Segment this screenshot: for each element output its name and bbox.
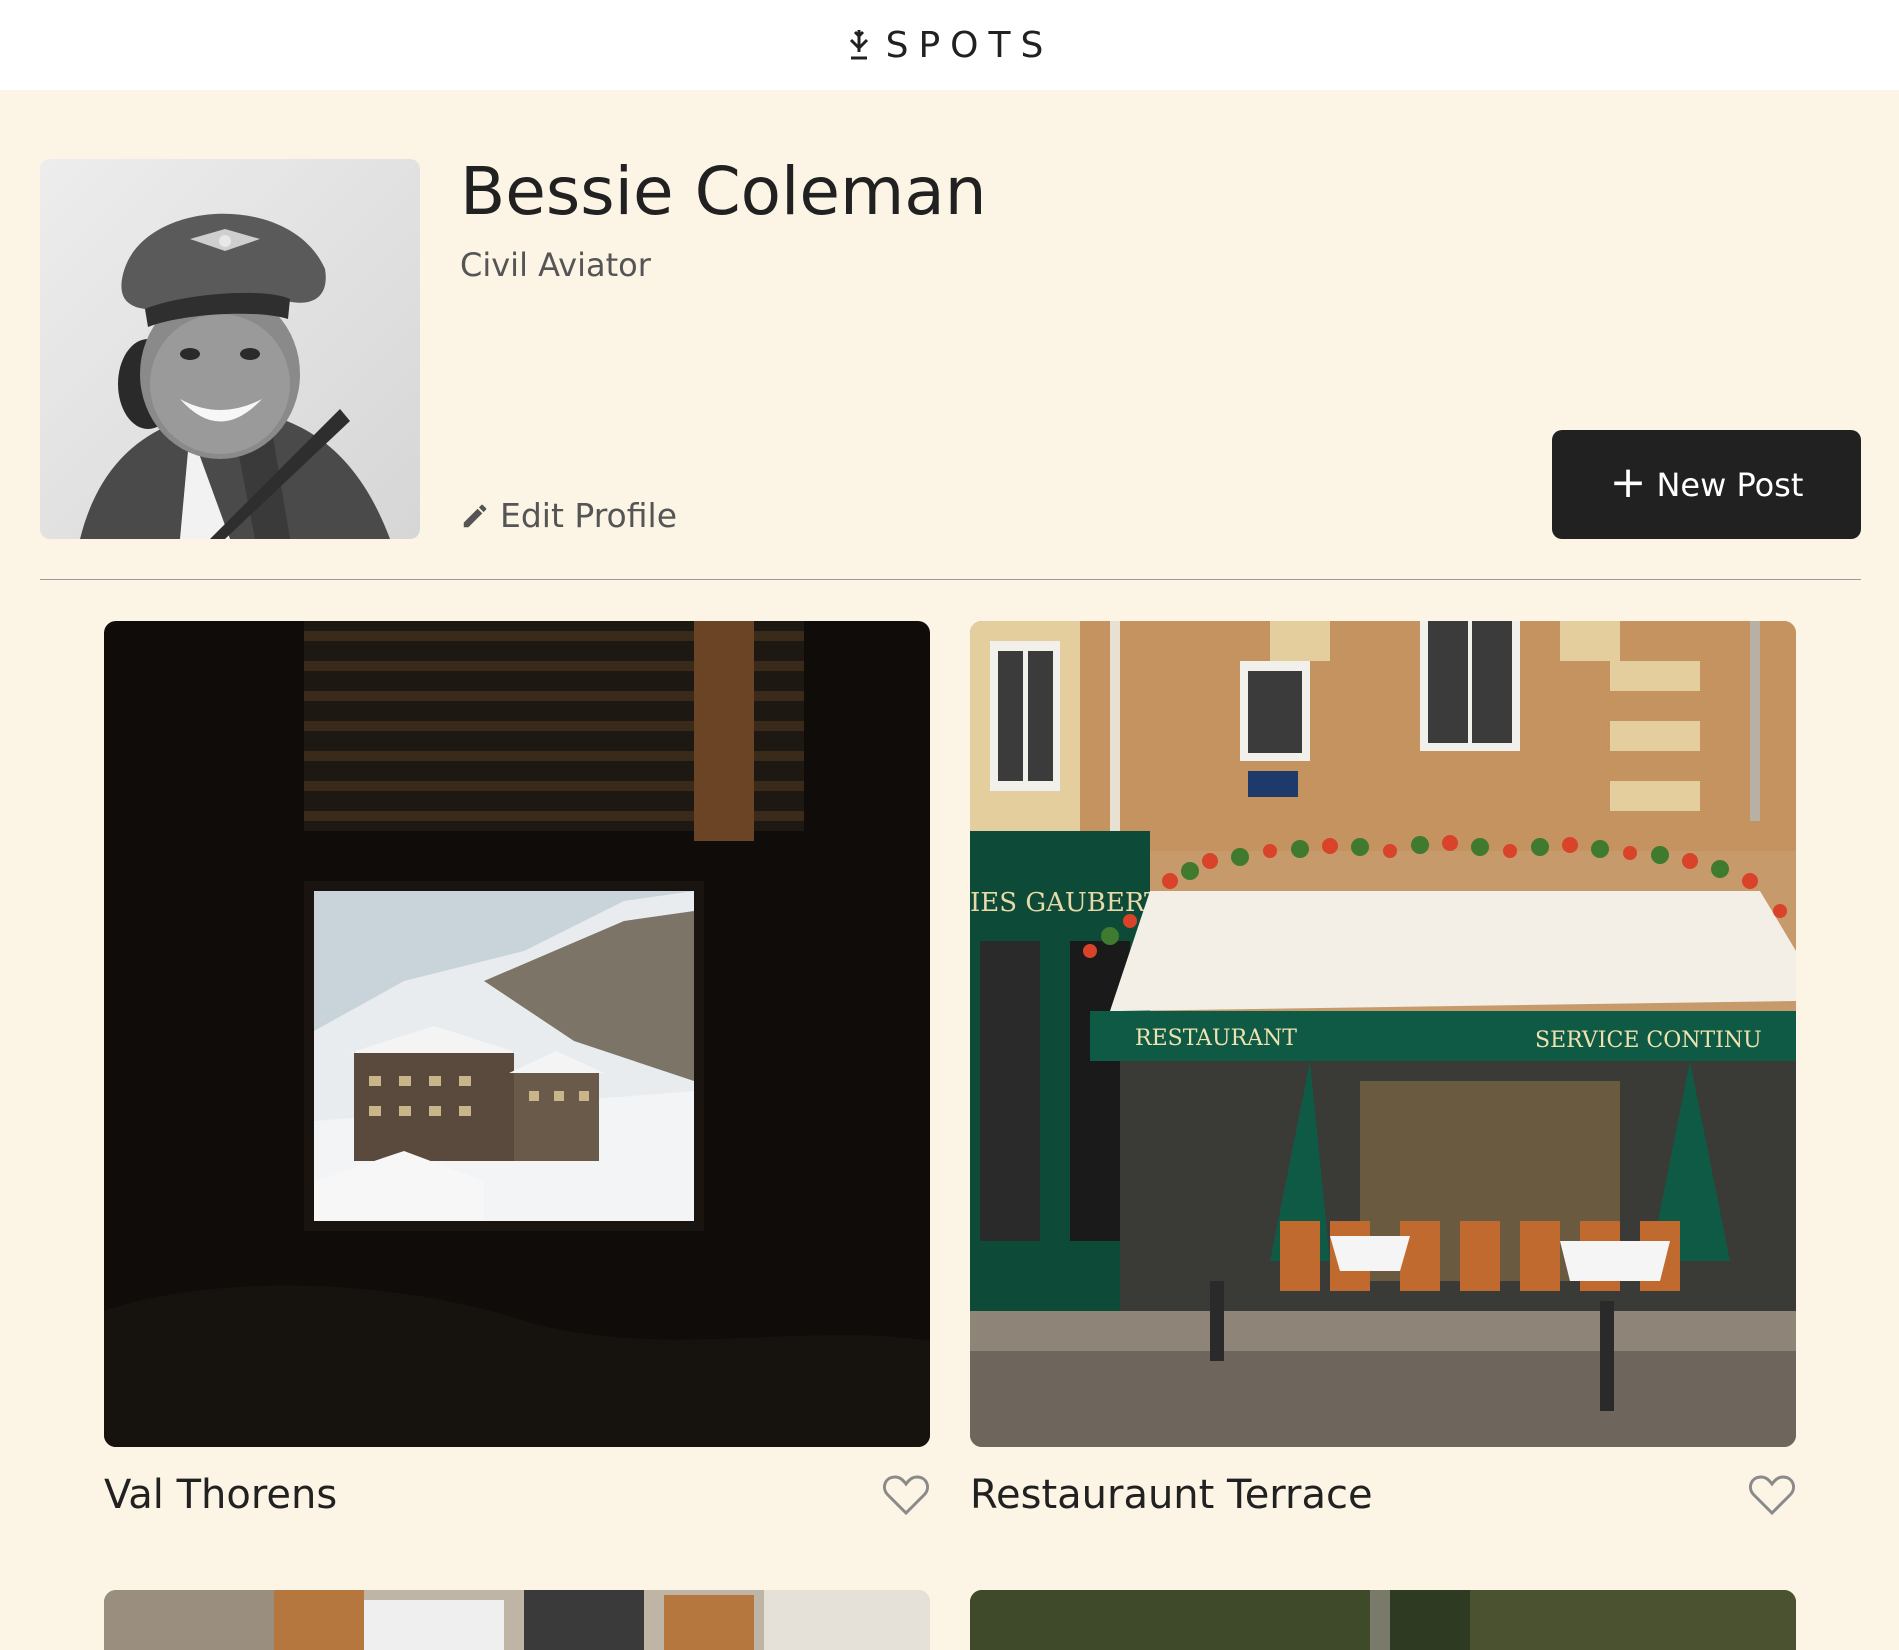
heart-icon [883, 1475, 929, 1516]
new-post-button[interactable]: + New Post [1552, 430, 1861, 539]
card: IES GAUBERT RESTAURANT SERVICE CONTINU R… [970, 621, 1796, 1523]
logo-text: SPOTS [885, 24, 1054, 66]
edit-profile-button[interactable]: Edit Profile [460, 496, 677, 535]
card-title: Restauraunt Terrace [970, 1472, 1373, 1518]
card-photo-partial [104, 1590, 930, 1650]
edit-profile-label: Edit Profile [500, 496, 678, 535]
profile-name: Bessie Coleman [460, 153, 987, 230]
heart-icon [1749, 1475, 1795, 1516]
card-image[interactable]: IES GAUBERT RESTAURANT SERVICE CONTINU [970, 621, 1796, 1447]
card-photo-partial [970, 1590, 1796, 1650]
tree-mark-icon [849, 30, 868, 60]
awning-left-text: RESTAURANT [1135, 1026, 1297, 1051]
avatar [40, 159, 420, 539]
card-footer: Val Thorens [104, 1467, 930, 1523]
avatar-photo [40, 159, 420, 539]
like-button[interactable] [882, 1473, 930, 1517]
card: Val Thorens [104, 621, 930, 1523]
like-button[interactable] [1748, 1473, 1796, 1517]
card-footer: Restauraunt Terrace [970, 1467, 1796, 1523]
card-title: Val Thorens [104, 1472, 338, 1518]
pencil-icon [463, 504, 487, 527]
card-image[interactable] [104, 621, 930, 1447]
top-header: SPOTS [0, 0, 1899, 90]
shop-sign-text: IES GAUBERT [970, 888, 1162, 918]
card-image[interactable] [104, 1590, 930, 1650]
logo[interactable]: SPOTS [846, 25, 1054, 66]
plus-icon: + [1609, 456, 1647, 508]
awning-right-text: SERVICE CONTINU [1535, 1028, 1762, 1053]
new-post-label: New Post [1656, 465, 1804, 504]
profile-description: Civil Aviator [460, 246, 651, 284]
profile-divider [40, 579, 1861, 580]
card-photo-restaurant-terrace: IES GAUBERT RESTAURANT SERVICE CONTINU [970, 621, 1796, 1447]
card-image[interactable] [970, 1590, 1796, 1650]
card-photo-val-thorens [104, 621, 930, 1447]
